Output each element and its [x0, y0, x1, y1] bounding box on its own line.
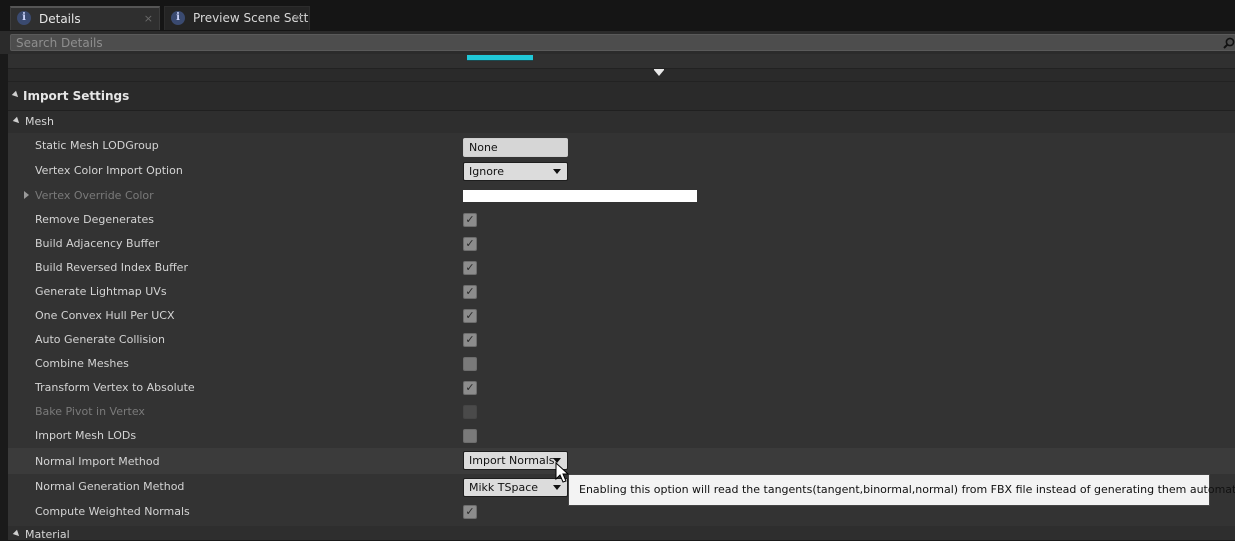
combo-value: None: [469, 141, 498, 154]
property-label: Transform Vertex to Absolute: [35, 381, 195, 394]
vertex-color-import-combo[interactable]: Ignore: [463, 162, 568, 181]
category-material-label: Material: [25, 528, 70, 541]
search-icon[interactable]: [1223, 37, 1235, 49]
category-mesh-label: Mesh: [25, 115, 54, 128]
property-row: Auto Generate Collision ✓: [8, 328, 1235, 352]
normal-import-method-combo[interactable]: Import Normals: [463, 451, 568, 470]
combo-value: Mikk TSpace: [469, 481, 539, 494]
property-label: Static Mesh LODGroup: [35, 139, 159, 152]
combo-value: Ignore: [469, 165, 504, 178]
tooltip: Enabling this option will read the tange…: [568, 474, 1235, 506]
property-label: One Convex Hull Per UCX: [35, 309, 175, 322]
property-label: Auto Generate Collision: [35, 333, 165, 346]
auto-generate-collision-checkbox[interactable]: ✓: [463, 333, 477, 347]
collapse-arrow-icon: [12, 116, 22, 126]
property-row: Build Adjacency Buffer ✓: [8, 232, 1235, 256]
bake-pivot-checkbox: [463, 405, 477, 419]
property-row: Vertex Override Color: [8, 184, 1235, 208]
property-row: Vertex Color Import Option Ignore: [8, 159, 1235, 183]
collapse-arrow-icon: [12, 529, 22, 539]
thumbnail-highlight: [467, 55, 533, 61]
property-label: Normal Import Method: [35, 455, 160, 468]
import-mesh-lods-checkbox[interactable]: [463, 429, 477, 443]
normal-generation-method-combo[interactable]: Mikk TSpace: [463, 478, 568, 497]
property-label: Compute Weighted Normals: [35, 505, 190, 518]
category-mesh[interactable]: Mesh: [8, 111, 1235, 133]
property-label: Remove Degenerates: [35, 213, 154, 226]
transform-vertex-checkbox[interactable]: ✓: [463, 381, 477, 395]
property-row: Remove Degenerates ✓: [8, 208, 1235, 232]
import-settings-header[interactable]: Import Settings: [8, 82, 1235, 111]
property-row: Normal Import Method Import Normals: [8, 448, 1235, 474]
details-icon: i: [17, 11, 31, 25]
left-gutter: [0, 54, 8, 540]
generate-lightmap-uvs-checkbox[interactable]: ✓: [463, 285, 477, 299]
combo-value: Import Normals: [469, 454, 555, 467]
tab-preview-scene-settings[interactable]: i Preview Scene Sett ×: [164, 6, 310, 30]
mouse-cursor-icon: [555, 462, 569, 483]
one-convex-hull-checkbox[interactable]: ✓: [463, 309, 477, 323]
property-label: Bake Pivot in Vertex: [35, 405, 145, 418]
details-icon: i: [171, 11, 185, 25]
compute-weighted-normals-checkbox[interactable]: ✓: [463, 505, 477, 519]
property-row: Transform Vertex to Absolute ✓: [8, 376, 1235, 400]
property-label: Combine Meshes: [35, 357, 129, 370]
section-title: Import Settings: [23, 89, 130, 103]
property-label: Import Mesh LODs: [35, 429, 137, 442]
tab-preview-scene-settings-label: Preview Scene Sett: [193, 11, 309, 25]
search-input[interactable]: Search Details: [10, 34, 1235, 51]
remove-degenerates-checkbox[interactable]: ✓: [463, 213, 477, 227]
lod-group-combo[interactable]: None: [463, 138, 568, 157]
property-label: Generate Lightmap UVs: [35, 285, 167, 298]
build-adjacency-buffer-checkbox[interactable]: ✓: [463, 237, 477, 251]
category-material[interactable]: Material: [8, 526, 1235, 541]
chevron-down-icon: [553, 169, 561, 174]
build-reversed-index-buffer-checkbox[interactable]: ✓: [463, 261, 477, 275]
search-placeholder: Search Details: [16, 36, 103, 50]
tooltip-text: Enabling this option will read the tange…: [579, 483, 1235, 496]
property-row: Generate Lightmap UVs ✓: [8, 280, 1235, 304]
property-row: Import Mesh LODs: [8, 424, 1235, 448]
property-row: Build Reversed Index Buffer ✓: [8, 256, 1235, 280]
property-row: One Convex Hull Per UCX ✓: [8, 304, 1235, 328]
property-row: Static Mesh LODGroup None: [8, 134, 1235, 158]
close-icon[interactable]: ×: [144, 12, 153, 25]
collapse-arrow-icon: [11, 90, 21, 100]
tab-details-label: Details: [39, 12, 81, 26]
search-bar: Search Details: [0, 31, 1235, 54]
thumbnail-area: [8, 54, 1235, 68]
property-label: Build Adjacency Buffer: [35, 237, 160, 250]
combine-meshes-checkbox[interactable]: [463, 357, 477, 371]
tab-details[interactable]: i Details ×: [10, 6, 160, 30]
close-icon[interactable]: ×: [294, 11, 303, 24]
property-label: Vertex Override Color: [35, 189, 154, 202]
property-label: Normal Generation Method: [35, 480, 185, 493]
property-label: Vertex Color Import Option: [35, 164, 183, 177]
tab-bar: i Details × i Preview Scene Sett ×: [0, 0, 1235, 31]
section-expander[interactable]: [8, 68, 1235, 82]
chevron-down-icon: [553, 485, 561, 490]
chevron-down-icon: [654, 70, 664, 76]
expand-arrow-icon[interactable]: [24, 191, 29, 199]
property-row: Combine Meshes: [8, 352, 1235, 376]
vertex-override-color-swatch[interactable]: [463, 190, 697, 202]
property-label: Build Reversed Index Buffer: [35, 261, 188, 274]
property-row: Bake Pivot in Vertex: [8, 400, 1235, 424]
